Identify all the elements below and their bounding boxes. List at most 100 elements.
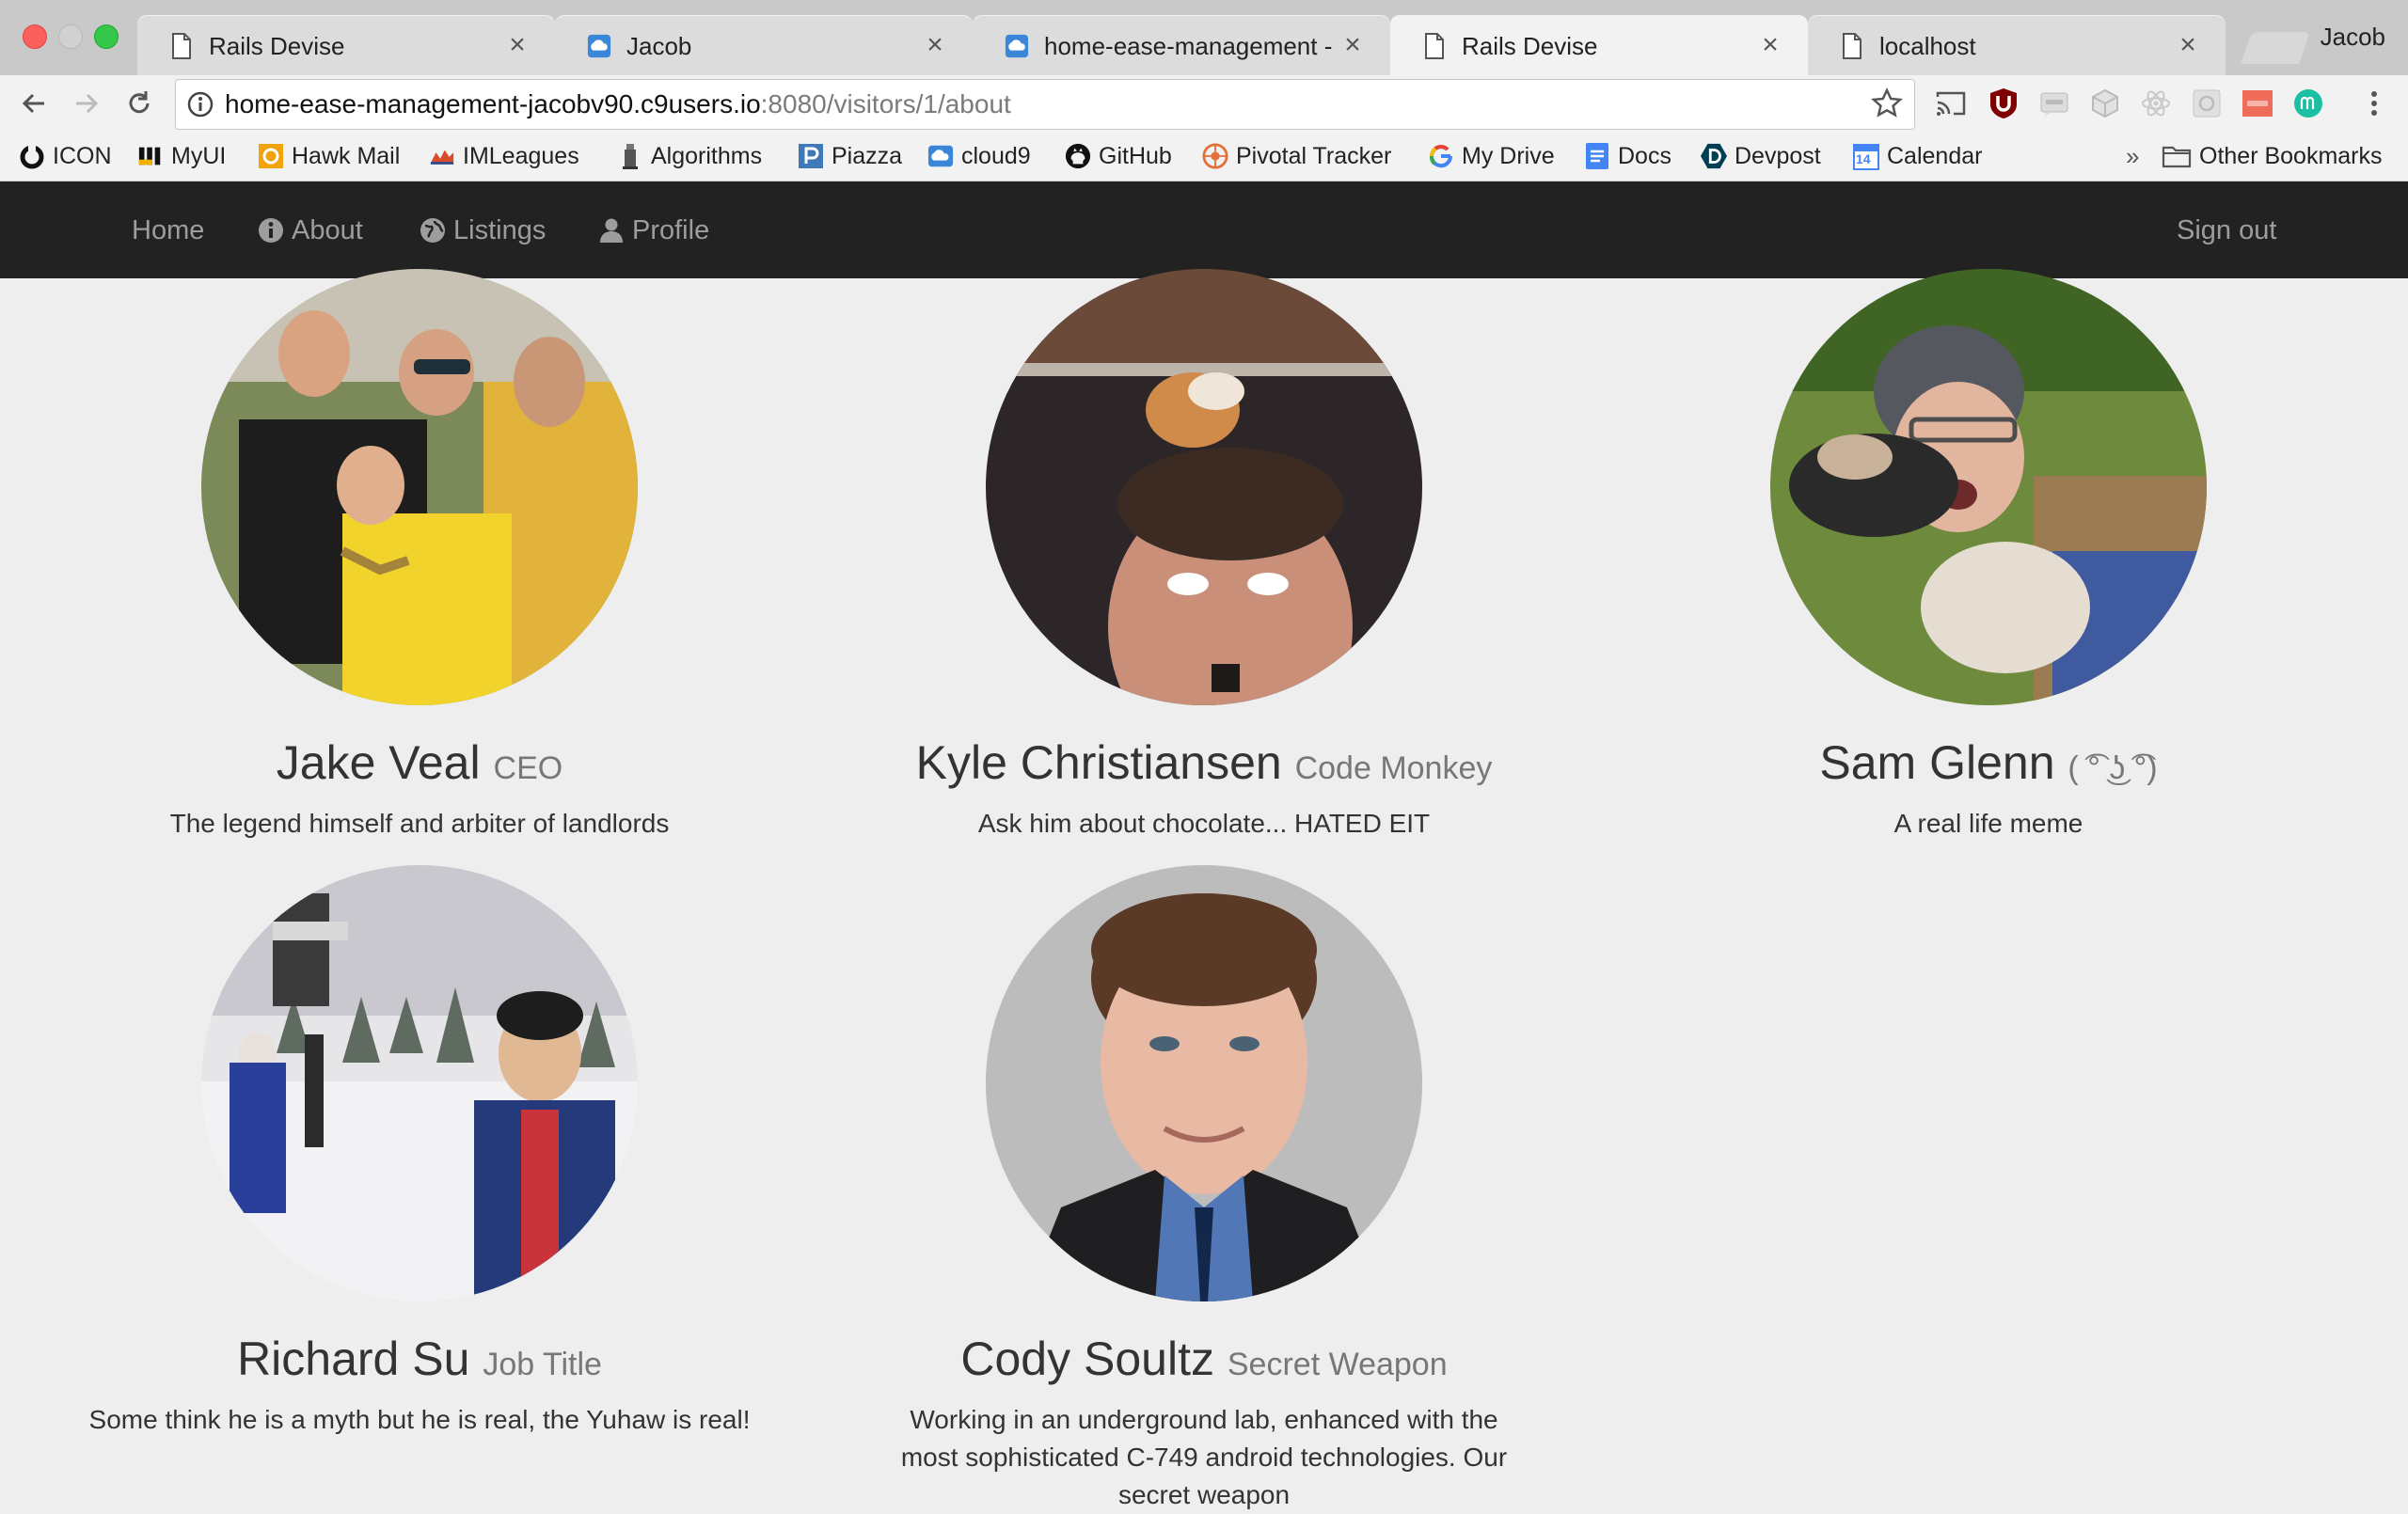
member-role: Secret Weapon [1227, 1347, 1448, 1382]
member-name: Sam Glenn ( ͡° ͜ʖ ͡°) [1593, 735, 2384, 790]
member-name-text: Kyle Christiansen [915, 736, 1282, 789]
devpost-icon [1701, 143, 1727, 169]
momentum-icon[interactable] [2291, 87, 2325, 120]
bookmark-label: Calendar [1887, 142, 1983, 169]
bookmark-devpost[interactable]: Devpost [1701, 139, 1821, 173]
forward-button[interactable] [66, 83, 107, 124]
react-devtools-icon[interactable] [2139, 87, 2173, 120]
team-member-card: Kyle Christiansen Code Monkey Ask him ab… [809, 269, 1599, 843]
tab-title: Rails Devise [209, 32, 345, 60]
bookmark-icon-site[interactable]: ICON [19, 139, 112, 173]
bookmark-imleagues[interactable]: IMLeagues [429, 139, 579, 173]
bookmark-hawk-mail[interactable]: Hawk Mail [258, 139, 400, 173]
redux-devtools-icon[interactable] [2190, 87, 2224, 120]
bookmark-pivotal-tracker[interactable]: Pivotal Tracker [1202, 139, 1391, 173]
ublock-icon[interactable] [1987, 87, 2020, 120]
bookmark-calendar[interactable]: 14 Calendar [1853, 139, 1982, 173]
tab-title: home-ease-management - Cl [1044, 32, 1336, 60]
member-description: Some think he is a myth but he is real, … [88, 1405, 751, 1434]
window-minimize-button[interactable] [58, 24, 83, 49]
user-icon [598, 217, 625, 244]
bookmark-github[interactable]: GitHub [1065, 139, 1172, 173]
other-bookmarks-label: Other Bookmarks [2199, 142, 2383, 169]
page-icon [1840, 32, 1864, 60]
member-description: Working in an underground lab, enhanced … [900, 1405, 1508, 1509]
member-role: Code Monkey [1294, 750, 1493, 786]
avatar-photo [201, 865, 638, 1301]
member-role: ( ͡° ͜ʖ ͡°) [2067, 750, 2158, 786]
tab-close-button[interactable]: × [920, 26, 950, 64]
window-close-button[interactable] [23, 24, 47, 49]
nav-home[interactable]: Home [132, 210, 204, 251]
nav-profile[interactable]: Profile [598, 210, 709, 251]
myui-icon [137, 143, 164, 169]
bookmark-my-drive[interactable]: My Drive [1428, 139, 1555, 173]
bookmark-algorithms[interactable]: Algorithms [617, 139, 762, 173]
bookmarks-overflow-button[interactable]: » [2126, 139, 2139, 173]
nav-listings[interactable]: Listings [420, 210, 546, 251]
bookmark-label: Devpost [1735, 142, 1821, 169]
avatar-photo [986, 269, 1422, 705]
pivotal-icon [1202, 143, 1228, 169]
url-text[interactable]: home-ease-management-jacobv90.c9users.io… [225, 89, 1011, 119]
site-navbar: Home About Listings Profile Sign out [0, 181, 2408, 278]
reload-icon [129, 91, 150, 114]
member-role: CEO [493, 750, 563, 786]
member-name: Richard Su Job Title [24, 1332, 815, 1386]
tab-rails-devise-active[interactable]: Rails Devise × [1390, 15, 1808, 75]
member-name: Jake Veal CEO [24, 735, 815, 790]
tab-home-ease-management[interactable]: home-ease-management - Cl × [973, 15, 1390, 75]
tab-close-button[interactable]: × [502, 26, 532, 64]
bookmark-piazza[interactable]: Piazza [798, 139, 902, 173]
bookmark-docs[interactable]: Docs [1584, 139, 1671, 173]
tab-rails-devise-1[interactable]: Rails Devise × [137, 15, 555, 75]
avatar-photo [201, 269, 638, 705]
tab-close-button[interactable]: × [1755, 26, 1785, 64]
bookmarks-overflow-glyph: » [2126, 141, 2140, 170]
tab-title: Rails Devise [1462, 32, 1598, 60]
chrome-menu-icon[interactable] [2357, 87, 2391, 120]
bookmark-cloud9[interactable]: cloud9 [927, 139, 1031, 173]
info-icon[interactable] [187, 91, 214, 122]
team-member-card: Sam Glenn ( ͡° ͜ʖ ͡°) A real life meme [1593, 269, 2384, 843]
address-bar[interactable]: home-ease-management-jacobv90.c9users.io… [175, 79, 1915, 130]
new-tab-button[interactable] [2240, 32, 2311, 64]
reload-button[interactable] [119, 83, 160, 124]
bookmark-label: Hawk Mail [292, 142, 401, 169]
url-host: home-ease-management-jacobv90.c9users.io [225, 89, 761, 118]
docs-icon [1584, 143, 1610, 169]
piazza-icon [798, 143, 824, 169]
other-bookmarks[interactable]: Other Bookmarks [2162, 139, 2383, 173]
tab-jacob[interactable]: Jacob × [555, 15, 973, 75]
nav-about[interactable]: About [258, 210, 363, 251]
tab-close-button[interactable]: × [2173, 26, 2203, 64]
member-name-text: Jake Veal [276, 736, 481, 789]
avatar-photo [986, 865, 1422, 1301]
bookmark-label: Pivotal Tracker [1236, 142, 1392, 169]
window-maximize-button[interactable] [94, 24, 119, 49]
sql-extension-icon[interactable] [2241, 87, 2274, 120]
bookmark-myui[interactable]: MyUI [137, 139, 226, 173]
github-icon [1065, 143, 1091, 169]
member-description: The legend himself and arbiter of landlo… [169, 809, 670, 838]
nav-home-label: Home [132, 214, 205, 245]
bookmark-star-icon[interactable] [1871, 87, 1903, 124]
tab-title: Jacob [626, 32, 692, 60]
profile-name[interactable]: Jacob [2321, 23, 2385, 52]
algorithms-icon [617, 143, 643, 169]
folder-icon [2162, 143, 2192, 169]
member-name-text: Cody Soultz [960, 1333, 1214, 1385]
member-name: Cody Soultz Secret Weapon [809, 1332, 1599, 1386]
tab-close-button[interactable]: × [1338, 26, 1368, 64]
back-button[interactable] [13, 83, 55, 124]
bookmark-label: Docs [1618, 142, 1671, 169]
bookmark-label: My Drive [1462, 142, 1555, 169]
nav-sign-out[interactable]: Sign out [2177, 210, 2276, 251]
cast-icon[interactable] [1934, 87, 1968, 120]
css-viewer-icon[interactable] [2037, 87, 2071, 120]
tab-localhost[interactable]: localhost × [1808, 15, 2226, 75]
info-sign-icon [258, 217, 284, 244]
page-icon [169, 32, 194, 60]
nav-sign-out-label: Sign out [2177, 214, 2277, 245]
cube-extension-icon[interactable] [2088, 87, 2122, 120]
